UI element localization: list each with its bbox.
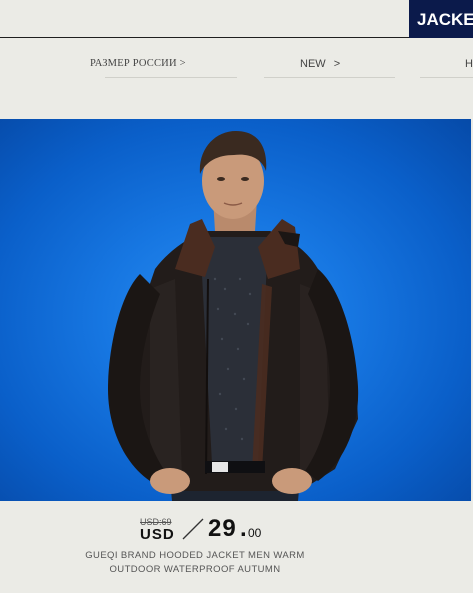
sale-price-cents: 00 <box>248 526 262 540</box>
product-title-line-1[interactable]: GUEQI BRAND HOODED JACKET MEN WARM <box>0 550 390 561</box>
model-illustration <box>108 131 359 501</box>
nav-item-russia-size[interactable]: РАЗМЕР РОССИИ > <box>90 58 186 69</box>
nav-underline <box>420 77 473 78</box>
sale-price-integer: 29 <box>208 515 237 542</box>
nav-underline <box>105 77 237 78</box>
price-block: USD:69 USD 29 . 00 <box>0 515 473 545</box>
sale-price-dot: . <box>240 515 247 542</box>
chevron-right-icon: > <box>333 58 341 70</box>
currency-label: USD <box>140 526 175 543</box>
header-divider <box>0 37 409 38</box>
nav-item-label: NEW <box>300 58 326 70</box>
nav-item-new[interactable]: NEW > <box>300 58 340 70</box>
nav-item-label: H <box>465 58 473 70</box>
product-title-line-2[interactable]: OUTDOOR WATERPROOF AUTUMN <box>0 564 390 575</box>
nav-item-label: РАЗМЕР РОССИИ <box>90 58 177 69</box>
chevron-right-icon: > <box>179 58 186 69</box>
nav-underline <box>264 77 395 78</box>
product-image[interactable] <box>0 119 471 501</box>
category-badge-jacket[interactable]: JACKET <box>409 0 473 38</box>
nav-item-partial[interactable]: H <box>465 58 473 70</box>
price-separator-slash-icon <box>182 518 204 540</box>
